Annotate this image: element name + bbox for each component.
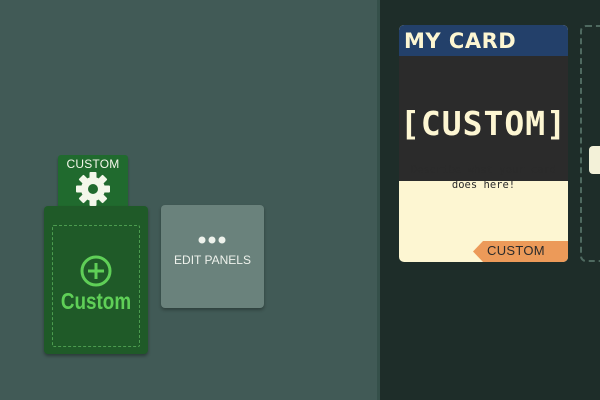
edit-panels-button[interactable]: EDIT PANELS xyxy=(161,205,264,308)
card-type-tag-label: CUSTOM xyxy=(487,243,545,258)
card-description: Describe what your card does here! xyxy=(410,164,557,191)
plus-icon xyxy=(80,255,112,287)
custom-settings-label: CUSTOM xyxy=(66,157,120,171)
empty-card-slot-tab xyxy=(589,146,600,174)
my-card-preview[interactable]: MY CARD [CUSTOM] Describe what your card… xyxy=(399,25,568,262)
custom-card-label: Custom xyxy=(60,288,132,314)
card-type-tag: CUSTOM xyxy=(473,241,568,262)
custom-settings-button[interactable]: CUSTOM xyxy=(58,155,128,212)
edit-panels-label: EDIT PANELS xyxy=(174,253,251,267)
card-header: MY CARD xyxy=(399,25,568,56)
gear-icon xyxy=(76,172,110,206)
card-title: MY CARD xyxy=(404,29,517,53)
custom-card-button[interactable]: Custom xyxy=(44,206,148,354)
card-art-text: [CUSTOM] xyxy=(400,104,567,143)
empty-card-slot[interactable] xyxy=(580,25,600,262)
dots-icon xyxy=(198,236,226,244)
